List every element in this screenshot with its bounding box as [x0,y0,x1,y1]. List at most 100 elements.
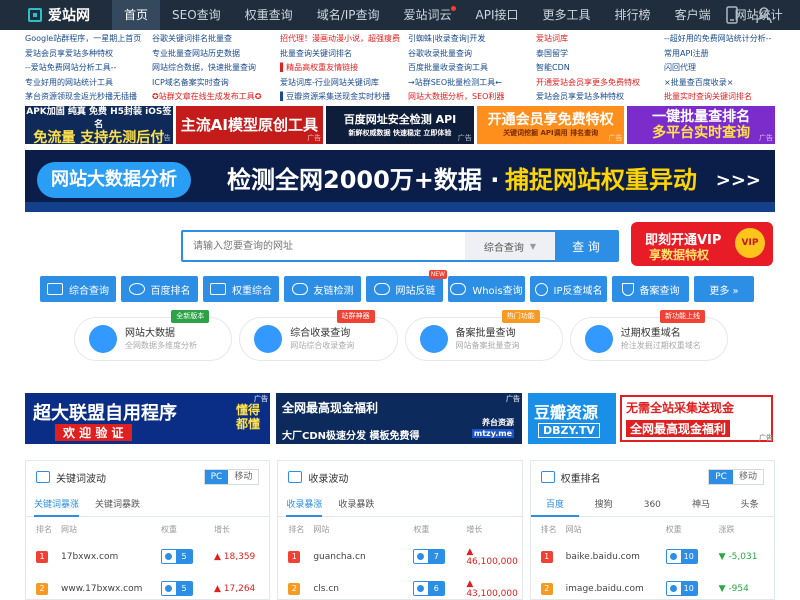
text-link[interactable]: 泰国留学 [536,47,664,61]
ad-banner-douban[interactable]: 豆瓣资源 DBZY.TV 无需全站采集送现金 全网最高现金福利 广告 [528,393,775,444]
text-link[interactable]: 爱站词库 [536,32,664,46]
site-name[interactable]: guancha.cn [313,552,413,562]
tool-button-weight[interactable]: 权重综合 [203,276,279,302]
text-link[interactable]: 常用API注册 [664,47,775,61]
ad-banner-rank[interactable]: 一键批量查排名 多平台实时查询 广告 [627,106,775,144]
text-link[interactable]: ×批量查百度收录× [664,76,775,90]
text-link[interactable]: ▌豆瓣资源采集送现金实时秒播 [280,90,408,104]
text-link[interactable]: 爱站词库-行业网站关键词库 [280,76,408,90]
text-link[interactable]: 引蜘蛛|收录查询|开发 [408,32,536,46]
column-header: 网站 [61,524,77,534]
site-name[interactable]: cls.cn [313,584,413,594]
text-link[interactable]: ✪站群文章在线生成发布工具✪ [152,90,280,104]
panel-tab[interactable]: 百度 [530,493,580,517]
text-link[interactable]: --爱站免费网站分析工具-- [25,61,152,75]
tool-button-backlinks[interactable]: 网站反链 NEW [366,270,447,302]
stats-panel: 权重排名 PC 移动 百度 搜狗 360 神马 头条 排名 网站 权重 涨跌 1 baike.baidu.… [529,460,775,600]
site-name[interactable]: baike.baidu.com [566,552,666,562]
ad-banner-union[interactable]: 超大联盟自用程序 欢 迎 验 证 懂得 都懂 广告 [25,393,270,444]
text-link[interactable]: 爱站会员享爱站多种特权 [536,90,664,104]
nav-item-weight[interactable]: 权重查询 [233,0,305,30]
feature-sub: 网站综合收录查询 [290,340,355,350]
text-link[interactable]: 网站大数据分析，SEO利器 [408,90,536,104]
feature-card-big-data[interactable]: 网站大数据 全网数据多维度分析 全新版本 [74,310,233,361]
panel-tab[interactable]: 搜狗 [579,493,628,516]
tool-button-friend-link[interactable]: 友链检测 [284,276,361,302]
tool-button-more[interactable]: 更多 » [694,276,754,302]
text-link[interactable]: 智能CDN [536,61,664,75]
tool-button-baidu-rank[interactable]: 百度排名 [121,276,198,302]
stats-panels: 关键词波动 PC 移动 关键词暴涨 关键词暴跌 排名 网站 权重 增长 1 17bxwx.com 5 ▲… [25,460,775,600]
column-header: 权重 [413,524,430,534]
table-row[interactable]: 2 www.17bxwx.com 5 ▲ 17,264 [26,573,269,599]
text-link[interactable]: ICP域名备案实时查询 [152,76,280,90]
tool-button-ip-reverse[interactable]: IP反查域名 [530,276,607,302]
feature-card-index[interactable]: 综合收录查询 网站综合收录查询 站群神器 [239,310,398,361]
user-icon[interactable] [756,6,772,24]
panel-tab[interactable]: 360 [628,493,677,516]
nav-item-seo[interactable]: SEO查询 [160,0,233,30]
panel-tab[interactable]: 收录暴跌 [338,493,374,516]
panel-tab[interactable]: 收录暴涨 [286,493,323,517]
nav-item-domain-ip[interactable]: 域名/IP查询 [305,0,392,30]
mobile-icon[interactable] [726,6,738,24]
ad-text: 免流量 支持先测后付 [33,130,165,144]
search-type-select[interactable]: 综合查询 ▼ [465,232,555,260]
site-name[interactable]: 17bxwx.com [61,552,161,562]
ad-banner-apk[interactable]: APK加固 纯真 免费 H5封装 iOS签名 免流量 支持先测后付 广告 [25,106,173,144]
text-link[interactable]: 批量实时查询关键词排名 [664,90,775,104]
panel-tab[interactable]: 头条 [725,493,774,516]
device-switch-option[interactable]: PC [204,470,229,484]
panel-tab[interactable]: 关键词暴跌 [95,493,140,516]
table-row[interactable]: 2 image.baidu.com 10 ▼ -954 [531,573,774,599]
table-row[interactable]: 1 guancha.cn 7 ▲ 46,100,000 [278,541,521,573]
text-link[interactable]: 茅台资源领现金返光秒播无插播 [25,90,152,104]
text-link[interactable]: --超好用的免费网站统计分析-- [664,32,775,46]
text-link[interactable]: 专业批量查网站历史数据 [152,47,280,61]
ad-banner-ai[interactable]: 主流AI模型原创工具 广告 [175,106,324,144]
text-link[interactable]: 招代理！漫画动漫小说，超强痩费 [280,32,408,46]
nav-item-api[interactable]: API接口 [464,0,531,30]
site-logo[interactable]: 爱站网 [28,0,90,30]
panel-tab[interactable]: 神马 [677,493,726,516]
search-button[interactable]: 查 询 [555,232,617,260]
device-switch-option[interactable]: PC [709,470,733,484]
text-link[interactable]: 批量查询关键词排名 [280,47,408,61]
text-link[interactable]: Google站群程序，一星期上首页 [25,32,152,46]
vip-promo-banner[interactable]: 即刻开通VIP 享数据特权 VIP [631,222,773,266]
text-link[interactable]: 开通爱站会员享更多免费特权 [536,76,664,90]
nav-item-more-tools[interactable]: 更多工具 [531,0,603,30]
ad-banner-safety-api[interactable]: 百度网址安全检测 API 新鲜权威数据 快速稳定 立即体验 广告 [326,106,474,144]
nav-item-home[interactable]: 首页 [112,0,161,30]
text-link[interactable]: 网站综合数据，快速批量查询 [152,61,280,75]
text-link[interactable]: 爱站会员享爱站多种特权 [25,47,152,61]
text-link[interactable]: 闪回代理 [664,61,775,75]
feature-card-icp-batch[interactable]: 备案批量查询 网站备案批量查询 热门功能 [404,310,563,361]
feature-card-expired-domains[interactable]: 过期权重域名 抢注发掘过期权重域名 新功能上线 [569,310,728,361]
site-name[interactable]: image.baidu.com [566,584,666,594]
text-link[interactable]: 谷歌收录批量查询 [408,47,536,61]
table-row[interactable]: 1 17bxwx.com 5 ▲ 18,359 [26,541,269,573]
tool-button-whois[interactable]: Whois查询 [448,276,525,302]
panel-tab[interactable]: 关键词暴涨 [34,493,80,517]
device-switch-option[interactable]: 移动 [228,470,258,484]
text-link[interactable]: →站群SEO批量检测工具← [408,76,536,90]
site-name[interactable]: www.17bxwx.com [61,584,161,594]
tool-button-icp[interactable]: 备案查询 [612,276,689,302]
text-link[interactable]: 谷歌关键词排名批量查 [152,32,280,46]
table-row[interactable]: 2 cls.cn 6 ▲ 43,100,000 [278,573,521,599]
text-link[interactable]: 专业好用的网站统计工具 [25,76,152,90]
device-switch-option[interactable]: 移动 [733,470,763,484]
text-link[interactable]: ▌精品高权重友情链接 [280,61,408,75]
search-input[interactable] [183,232,465,260]
text-link[interactable]: 百度批量收录查询工具 [408,61,536,75]
tool-button-overall[interactable]: 综合查询 [40,276,116,302]
hero-banner[interactable]: 网站大数据分析 检测全网2000万+数据 · 捕捉网站权重异动 >>> [25,150,775,212]
nav-item-ranking[interactable]: 排行榜 [603,0,663,30]
nav-item-wordcloud[interactable]: 爱站词云 [392,0,464,30]
table-row[interactable]: 1 baike.baidu.com 10 ▼ -5,031 [531,541,774,573]
nav-item-client[interactable]: 客户端 [663,0,723,30]
panel-title: 收录波动 [308,473,349,485]
ad-banner-cdn[interactable]: 全网最高现金福利 大厂CDN极速分发 模板免费得 养台资源 mtzy.me 广告 [276,393,522,444]
ad-banner-vip[interactable]: 开通会员享免费特权 关键词挖掘 API调用 排名查询 广告 [476,106,625,144]
